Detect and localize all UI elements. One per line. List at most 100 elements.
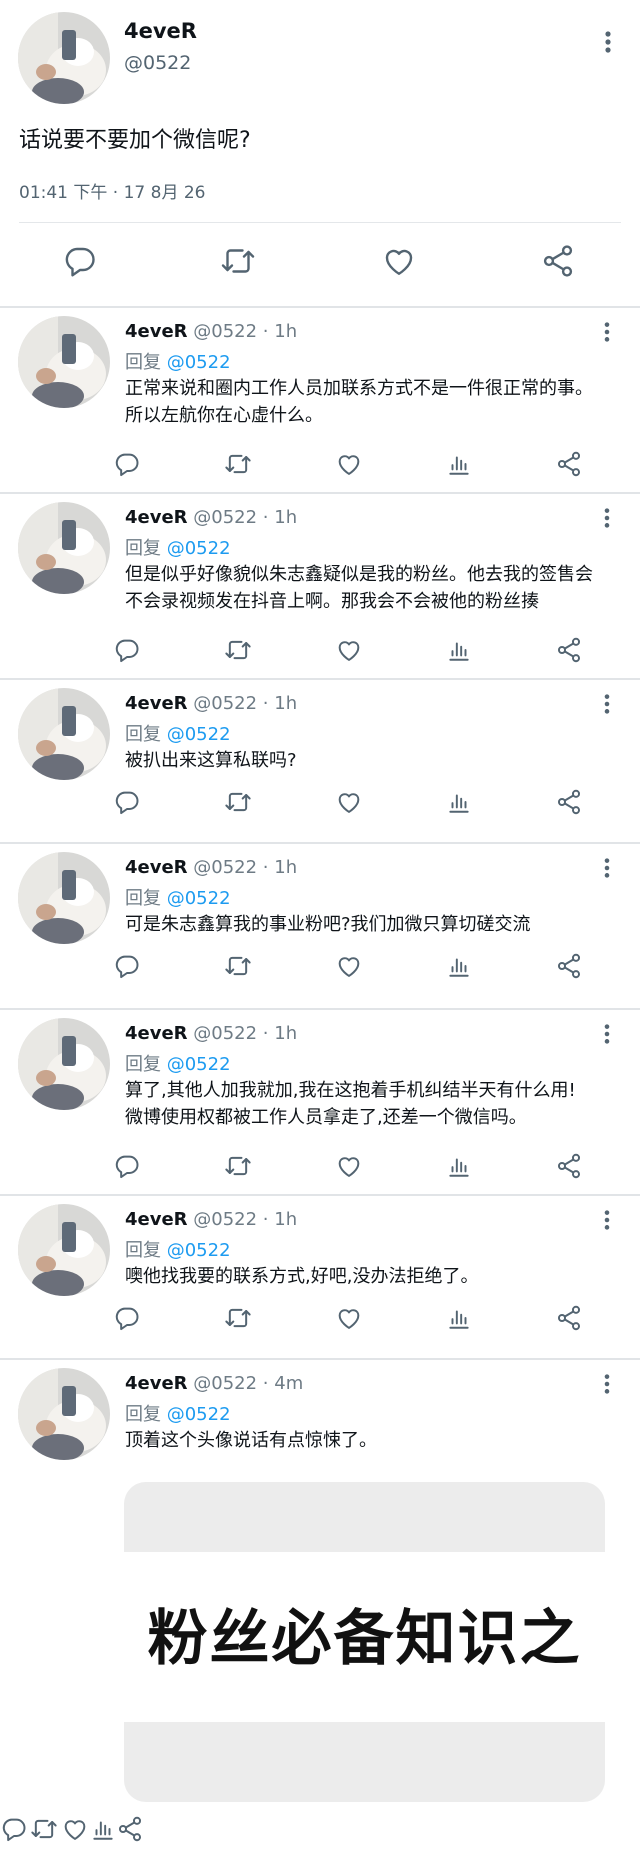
mention-link[interactable]: @0522 [167, 352, 231, 373]
more-vertical-icon[interactable] [596, 506, 618, 530]
share-icon[interactable] [116, 1815, 144, 1843]
retweet-icon[interactable] [222, 1304, 254, 1332]
reply-icon[interactable] [113, 952, 141, 980]
stats-icon[interactable] [446, 636, 472, 664]
heart-icon[interactable] [60, 1815, 90, 1843]
reply-text: 算了,其他人加我就加,我在这抱着手机纠结半天有什么用! 微博使用权都被工作人员拿走… [125, 1077, 625, 1131]
author-name[interactable]: 4eveR [125, 1373, 188, 1394]
divider [0, 306, 640, 308]
heart-icon[interactable] [334, 636, 364, 664]
stats-icon[interactable] [446, 788, 472, 816]
avatar[interactable] [18, 1018, 110, 1110]
share-icon[interactable] [555, 1304, 583, 1332]
avatar[interactable] [18, 1204, 110, 1296]
divider [0, 842, 640, 844]
reply-actions [0, 636, 640, 672]
divider [0, 1194, 640, 1196]
retweet-icon[interactable] [222, 788, 254, 816]
retweet-icon[interactable] [222, 450, 254, 478]
avatar[interactable] [18, 316, 110, 408]
avatar[interactable] [18, 502, 110, 594]
replying-to: 回复 @0522 [125, 884, 231, 910]
tweet-actions [0, 243, 640, 287]
share-icon[interactable] [540, 243, 576, 279]
more-vertical-icon[interactable] [596, 1022, 618, 1046]
replying-to: 回复 @0522 [125, 1050, 231, 1076]
author-handle[interactable]: @0522 [124, 52, 191, 74]
avatar[interactable] [18, 688, 110, 780]
mention-link[interactable]: @0522 [167, 724, 231, 745]
reply-text: 但是似乎好像貌似朱志鑫疑似是我的粉丝。他去我的签售会 不会录视频发在抖音上啊。那我… [125, 561, 625, 615]
reply-prefix: 回复 [125, 352, 161, 373]
retweet-icon[interactable] [222, 1152, 254, 1180]
mention-link[interactable]: @0522 [167, 1404, 231, 1425]
retweet-icon[interactable] [28, 1815, 60, 1843]
reply-icon[interactable] [0, 1815, 28, 1843]
reply-text-line: 噢他找我要的联系方式,好吧,没办法拒绝了。 [125, 1266, 479, 1287]
author-handle-time: @0522 · 1h [193, 1023, 298, 1044]
reply-header: 4eveR @0522 · 1h [125, 857, 297, 878]
mention-link[interactable]: @0522 [167, 538, 231, 559]
avatar[interactable] [18, 1368, 110, 1460]
stats-icon[interactable] [446, 1152, 472, 1180]
author-name[interactable]: 4eveR [125, 321, 188, 342]
retweet-icon[interactable] [222, 636, 254, 664]
reply-icon[interactable] [113, 636, 141, 664]
author-handle-time: @0522 · 1h [193, 693, 298, 714]
reply-text-line: 正常来说和圈内工作人员加联系方式不是一件很正常的事。 [125, 378, 593, 399]
avatar[interactable] [18, 852, 110, 944]
heart-icon[interactable] [334, 450, 364, 478]
more-vertical-icon[interactable] [596, 1372, 618, 1396]
author-name[interactable]: 4eveR [124, 19, 197, 43]
reply-icon[interactable] [62, 243, 98, 279]
reply-icon[interactable] [113, 788, 141, 816]
reply-actions [0, 450, 640, 486]
media-card[interactable]: 粉丝必备知识之 [124, 1482, 605, 1802]
more-vertical-icon[interactable] [596, 1208, 618, 1232]
reply-text: 噢他找我要的联系方式,好吧,没办法拒绝了。 [125, 1263, 625, 1290]
reply-icon[interactable] [113, 1152, 141, 1180]
share-icon[interactable] [555, 450, 583, 478]
share-icon[interactable] [555, 636, 583, 664]
reply-text-line: 微博使用权都被工作人员拿走了,还差一个微信吗。 [125, 1107, 527, 1128]
share-icon[interactable] [555, 1152, 583, 1180]
reply-header: 4eveR @0522 · 1h [125, 1209, 297, 1230]
reply-text-line: 被扒出来这算私联吗? [125, 750, 297, 771]
retweet-icon[interactable] [222, 952, 254, 980]
stats-icon[interactable] [446, 1304, 472, 1332]
reply-actions [0, 788, 640, 824]
heart-icon[interactable] [334, 952, 364, 980]
reply-text: 顶着这个头像说话有点惊悚了。 [125, 1427, 625, 1454]
reply-text-line: 但是似乎好像貌似朱志鑫疑似是我的粉丝。他去我的签售会 [125, 564, 593, 585]
avatar[interactable] [18, 12, 110, 104]
share-icon[interactable] [555, 788, 583, 816]
author-name[interactable]: 4eveR [125, 1209, 188, 1230]
heart-icon[interactable] [334, 1152, 364, 1180]
author-name[interactable]: 4eveR [125, 693, 188, 714]
stats-icon[interactable] [90, 1815, 116, 1843]
reply-text: 被扒出来这算私联吗? [125, 747, 625, 774]
mention-link[interactable]: @0522 [167, 888, 231, 909]
share-icon[interactable] [555, 952, 583, 980]
author-name[interactable]: 4eveR [125, 507, 188, 528]
reply-actions [0, 1304, 640, 1340]
heart-icon[interactable] [380, 243, 418, 279]
author-name[interactable]: 4eveR [125, 857, 188, 878]
mention-link[interactable]: @0522 [167, 1054, 231, 1075]
retweet-icon[interactable] [218, 243, 258, 279]
author-name[interactable]: 4eveR [125, 1023, 188, 1044]
reply-icon[interactable] [113, 450, 141, 478]
more-vertical-icon[interactable] [596, 856, 618, 880]
replying-to: 回复 @0522 [125, 1236, 231, 1262]
reply-actions [0, 1152, 640, 1188]
stats-icon[interactable] [446, 450, 472, 478]
stats-icon[interactable] [446, 952, 472, 980]
heart-icon[interactable] [334, 788, 364, 816]
more-vertical-icon[interactable] [596, 692, 618, 716]
mention-link[interactable]: @0522 [167, 1240, 231, 1261]
more-vertical-icon[interactable] [596, 30, 620, 54]
heart-icon[interactable] [334, 1304, 364, 1332]
reply-header: 4eveR @0522 · 4m [125, 1373, 303, 1394]
more-vertical-icon[interactable] [596, 320, 618, 344]
reply-icon[interactable] [113, 1304, 141, 1332]
